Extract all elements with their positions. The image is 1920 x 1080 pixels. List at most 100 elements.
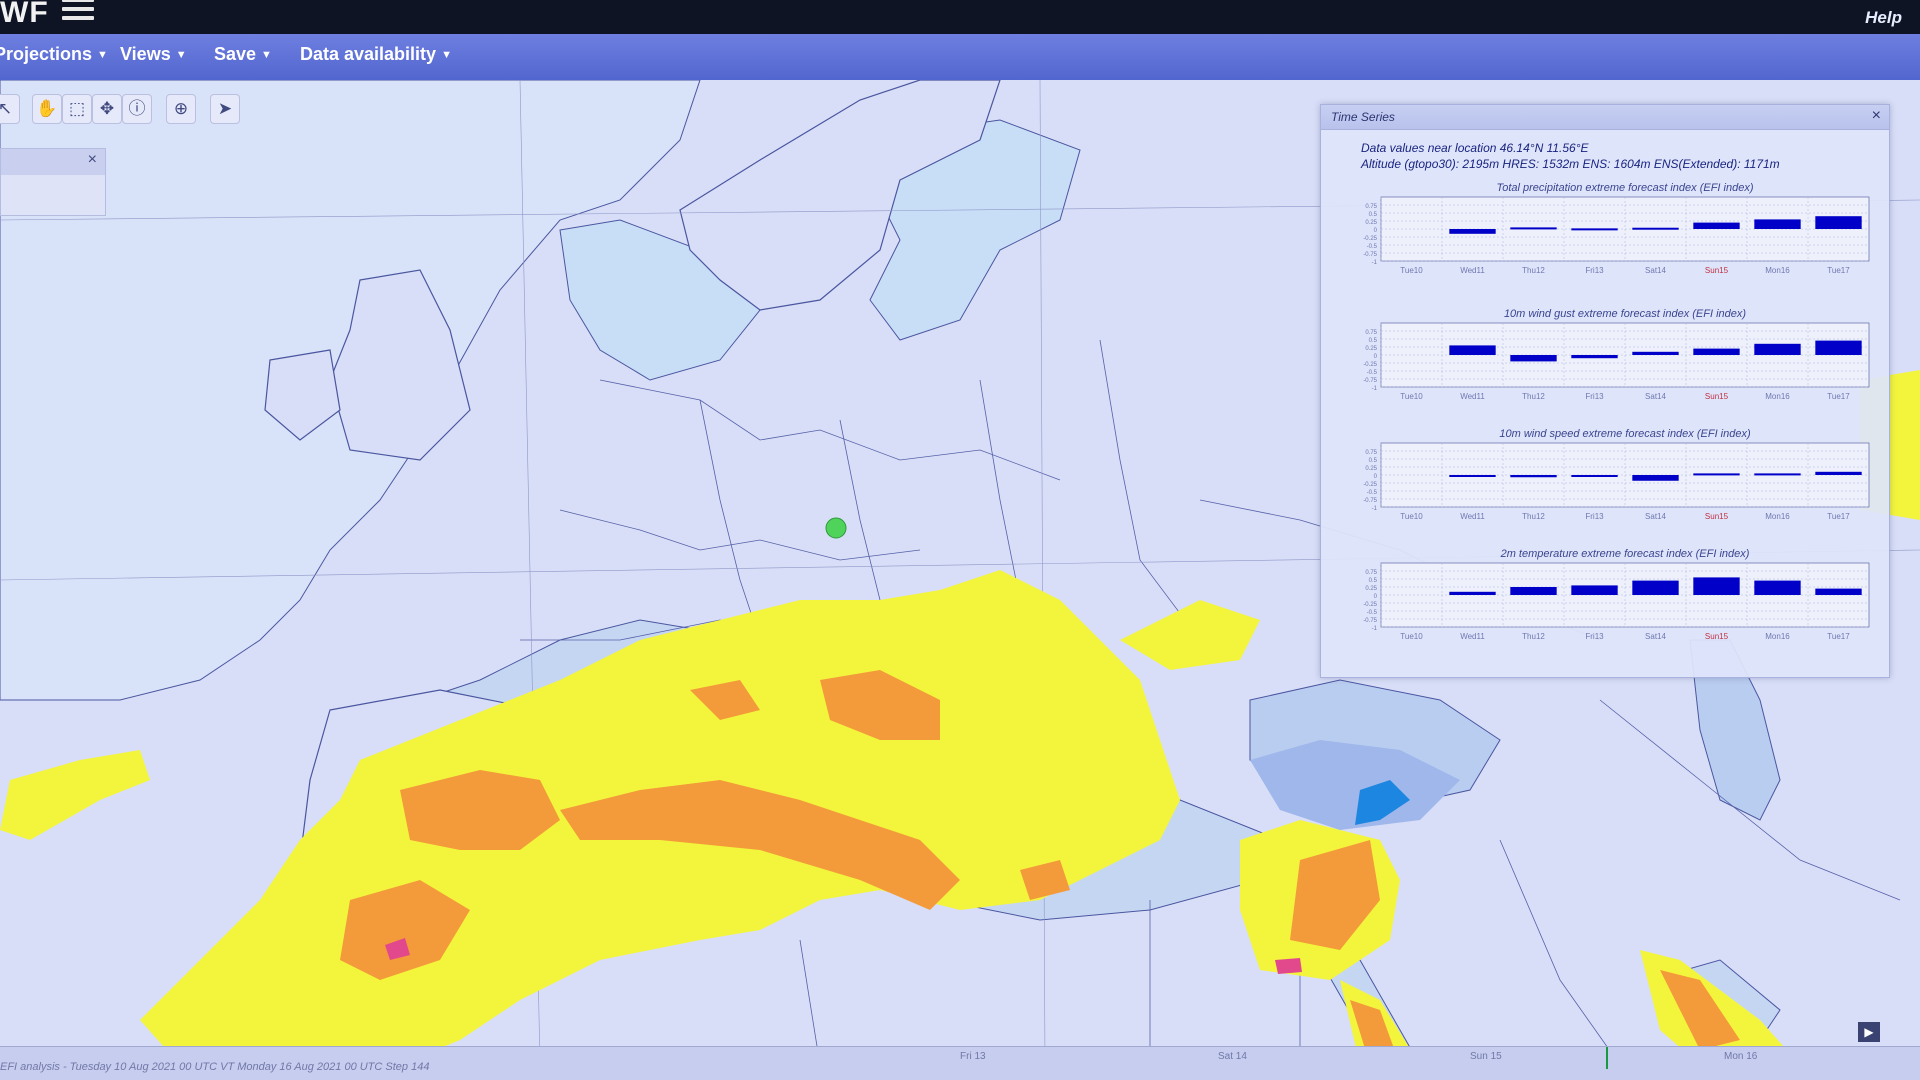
efi-bar <box>1815 588 1862 595</box>
efi-bar <box>1449 229 1496 234</box>
efi-bar <box>1693 473 1740 476</box>
chart-title: Total precipitation extreme forecast ind… <box>1497 182 1754 194</box>
chevron-down-icon: ▼ <box>97 49 108 61</box>
x-tick-label: Tue17 <box>1827 392 1850 401</box>
efi-bar <box>1571 355 1618 359</box>
efi-bar <box>1632 475 1679 481</box>
timeline-day: Fri 13 <box>960 1051 986 1062</box>
crosshair-icon[interactable]: ✥ <box>92 94 122 124</box>
y-tick-label: -0.5 <box>1367 370 1378 376</box>
y-tick-label: -0.75 <box>1363 378 1377 384</box>
timeline-cursor[interactable] <box>1606 1047 1608 1069</box>
y-tick-label: 0.75 <box>1365 330 1377 336</box>
y-tick-label: -1 <box>1372 506 1378 512</box>
efi-bar <box>1754 580 1801 595</box>
y-tick-label: -0.5 <box>1367 244 1378 250</box>
y-tick-label: -0.5 <box>1367 610 1378 616</box>
efi-bar <box>1510 587 1557 595</box>
menu-save[interactable]: Save ▼ <box>214 44 272 65</box>
zoom-box-icon[interactable]: ⬚ <box>62 94 92 124</box>
chart-title: 10m wind speed extreme forecast index (E… <box>1499 428 1751 440</box>
y-tick-label: -0.25 <box>1363 602 1377 608</box>
y-tick-label: -1 <box>1372 260 1378 266</box>
menu-projections-label: Projections <box>0 44 93 64</box>
x-tick-label: Fri13 <box>1585 632 1604 641</box>
chart-title: 2m temperature extreme forecast index (E… <box>1500 548 1750 560</box>
y-tick-label: 0.5 <box>1369 212 1378 218</box>
location-pin-icon[interactable]: ⊕ <box>166 94 196 124</box>
x-tick-label: Tue10 <box>1400 392 1423 401</box>
y-tick-label: 0.25 <box>1365 346 1377 352</box>
timeline-day: Sat 14 <box>1218 1051 1247 1062</box>
main-menu-bar: Projections ▼ Views ▼ Save ▼ Data availabil… <box>0 34 1920 80</box>
y-tick-label: 0.25 <box>1365 466 1377 472</box>
efi-bar <box>1754 473 1801 476</box>
efi-bar <box>1632 227 1679 230</box>
efi-bar <box>1510 355 1557 362</box>
efi-bar <box>1449 345 1496 355</box>
y-tick-label: -0.25 <box>1363 362 1377 368</box>
x-tick-label: Wed11 <box>1460 392 1485 401</box>
menu-data-availability[interactable]: Data availability ▼ <box>300 44 452 65</box>
x-tick-label: Sat14 <box>1645 512 1666 521</box>
efi-bar <box>1449 591 1496 595</box>
x-tick-label: Tue10 <box>1400 512 1423 521</box>
x-tick-label: Thu12 <box>1522 632 1545 641</box>
y-tick-label: 0.25 <box>1365 220 1377 226</box>
menu-projections[interactable]: Projections ▼ <box>0 44 108 65</box>
efi-bar <box>1449 475 1496 477</box>
close-icon[interactable]: × <box>88 151 97 169</box>
timeline-bar[interactable]: EFI analysis - Tuesday 10 Aug 2021 00 UT… <box>0 1046 1920 1080</box>
y-tick-label: -0.75 <box>1363 252 1377 258</box>
x-tick-label: Tue17 <box>1827 512 1850 521</box>
efi-bar <box>1510 475 1557 478</box>
top-bar: WF Help <box>0 0 1920 34</box>
efi-bar <box>1571 228 1618 231</box>
x-tick-label: Mon16 <box>1765 512 1790 521</box>
efi-bar <box>1693 222 1740 229</box>
efi-bar <box>1510 227 1557 230</box>
efi-bar <box>1754 343 1801 355</box>
x-tick-label: Sun15 <box>1705 392 1729 401</box>
pan-hand-icon[interactable]: ✋ <box>32 94 62 124</box>
x-tick-label: Sat14 <box>1645 266 1666 275</box>
x-tick-label: Sun15 <box>1705 512 1729 521</box>
x-tick-label: Tue17 <box>1827 266 1850 275</box>
x-tick-label: Thu12 <box>1522 392 1545 401</box>
efi-bar <box>1632 351 1679 355</box>
chart-title: 10m wind gust extreme forecast index (EF… <box>1504 308 1746 320</box>
app-logo: WF <box>0 0 49 29</box>
menu-save-label: Save <box>214 44 257 64</box>
efi-bar <box>1815 216 1862 229</box>
help-link[interactable]: Help <box>1865 8 1902 28</box>
y-tick-label: 0.5 <box>1369 578 1378 584</box>
x-tick-label: Mon16 <box>1765 266 1790 275</box>
info-icon[interactable]: ⓘ <box>122 94 152 124</box>
x-tick-label: Tue17 <box>1827 632 1850 641</box>
y-tick-label: 0.5 <box>1369 458 1378 464</box>
efi-bar <box>1815 340 1862 355</box>
y-tick-label: -0.25 <box>1363 236 1377 242</box>
valid-time-status: EFI analysis - Tuesday 10 Aug 2021 00 UT… <box>0 1061 430 1073</box>
y-tick-label: -1 <box>1372 386 1378 392</box>
path-tool-icon[interactable]: ➤ <box>210 94 240 124</box>
y-tick-label: -0.25 <box>1363 482 1377 488</box>
y-tick-label: 0.75 <box>1365 204 1377 210</box>
menu-views[interactable]: Views ▼ <box>120 44 187 65</box>
y-tick-label: 0 <box>1374 594 1378 600</box>
x-tick-label: Thu12 <box>1522 266 1545 275</box>
x-tick-label: Wed11 <box>1460 266 1485 275</box>
chevron-down-icon: ▼ <box>261 49 272 61</box>
y-tick-label: -0.75 <box>1363 498 1377 504</box>
layer-panel: × <box>0 148 106 216</box>
hamburger-menu-icon[interactable] <box>62 0 94 20</box>
y-tick-label: 0 <box>1374 354 1378 360</box>
x-tick-label: Wed11 <box>1460 512 1485 521</box>
play-icon[interactable]: ▶ <box>1858 1022 1880 1042</box>
zoom-icon[interactable]: ↖ <box>0 94 20 124</box>
menu-data-availability-label: Data availability <box>300 44 437 64</box>
x-tick-label: Thu12 <box>1522 512 1545 521</box>
efi-bar <box>1571 585 1618 595</box>
y-tick-label: -0.5 <box>1367 490 1378 496</box>
timeline-day: Mon 16 <box>1724 1051 1758 1062</box>
